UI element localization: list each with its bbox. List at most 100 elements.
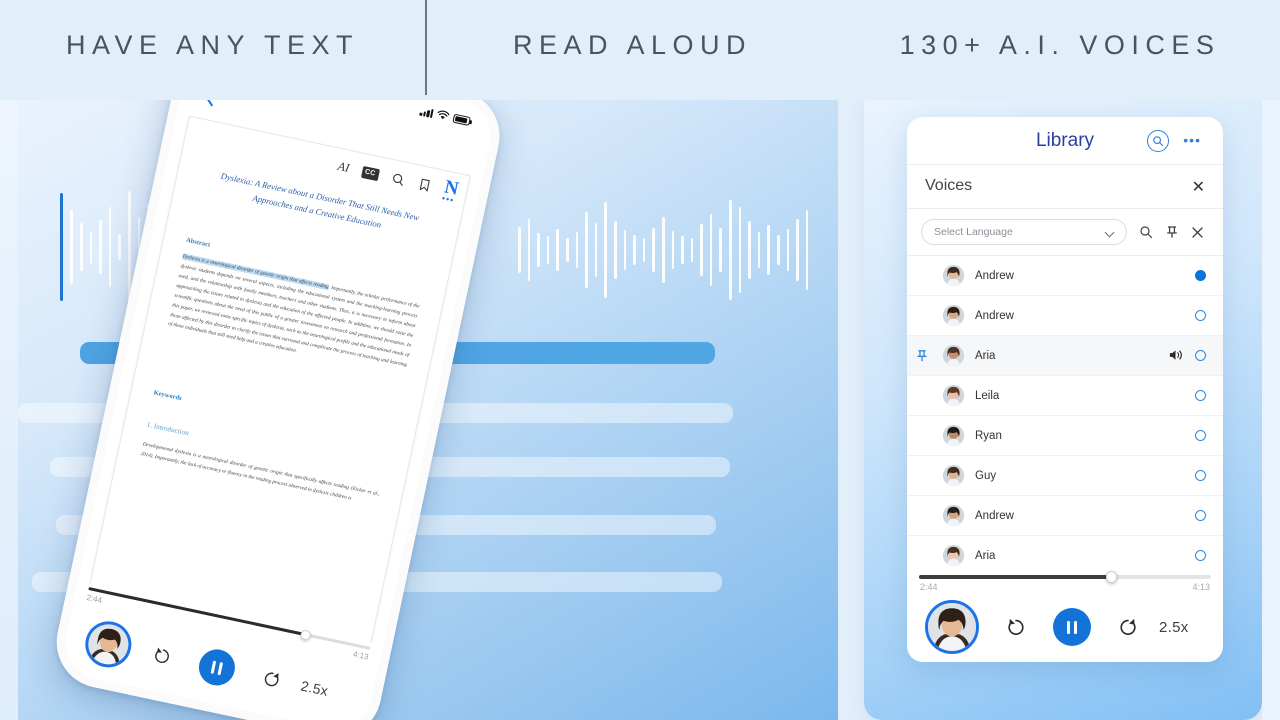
library-speed-button[interactable]: 2.5x (1159, 619, 1189, 636)
cellular-signal-icon (419, 106, 434, 118)
phone-voice-avatar[interactable] (81, 617, 136, 672)
avatar-portrait (943, 385, 964, 406)
close-icon[interactable]: ✕ (1192, 177, 1205, 197)
headline-have-any-text: HAVE ANY TEXT (65, 30, 360, 60)
voice-radio[interactable] (1195, 550, 1206, 561)
avatar-portrait (928, 603, 976, 651)
close-icon[interactable] (1191, 226, 1204, 239)
voice-name: Andrew (975, 509, 1014, 522)
voice-row[interactable]: Guy (907, 456, 1223, 496)
library-card: Library ••• Voices ✕ Select Language And… (907, 117, 1223, 662)
voice-avatar (943, 385, 964, 406)
voice-avatar (943, 425, 964, 446)
avatar-portrait (943, 265, 964, 286)
chevron-down-icon (1104, 227, 1115, 238)
abstract-paragraph: Dyslexia is a neurological disorder of g… (167, 252, 420, 380)
avatar-portrait (943, 465, 964, 486)
library-progress-fill (919, 575, 1112, 579)
captions-button[interactable]: CC (360, 165, 380, 181)
voice-name: Andrew (975, 309, 1014, 322)
search-icon[interactable] (1147, 130, 1169, 152)
voice-name: Guy (975, 469, 997, 482)
forward-15-icon[interactable] (1117, 616, 1139, 638)
speaker-icon[interactable] (1168, 348, 1183, 362)
voice-radio[interactable] (1195, 270, 1206, 281)
voice-avatar (943, 305, 964, 326)
search-icon[interactable] (390, 171, 407, 188)
voices-subheader: Voices ✕ (907, 165, 1223, 209)
rewind-15-icon[interactable] (150, 644, 174, 668)
voice-name: Aria (975, 349, 996, 362)
search-glyph (1153, 136, 1164, 147)
voice-name: Aria (975, 549, 996, 562)
voice-row[interactable]: Aria (907, 336, 1223, 376)
phone-total-time: 4:13 (352, 649, 370, 662)
voice-row[interactable]: Ryan (907, 416, 1223, 456)
rewind-15-icon[interactable] (1005, 616, 1027, 638)
more-dots-icon[interactable]: ••• (1183, 133, 1201, 147)
voice-avatar (943, 545, 964, 566)
avatar-portrait (943, 305, 964, 326)
voice-radio[interactable] (1195, 510, 1206, 521)
library-progress-knob[interactable] (1105, 571, 1118, 583)
document-toolbar: AI CC N ••• (336, 155, 459, 206)
introduction-paragraph: Developmental dyslexia is a neurological… (140, 441, 381, 502)
headline-divider (425, 0, 427, 95)
introduction-heading: 1. Introduction (146, 420, 190, 438)
library-progress-track[interactable] (919, 571, 1211, 583)
voice-name: Andrew (975, 269, 1014, 282)
pause-icon (210, 659, 224, 675)
voice-radio[interactable] (1195, 310, 1206, 321)
feature-panel-right: Library ••• Voices ✕ Select Language And… (864, 87, 1262, 720)
language-select[interactable]: Select Language (921, 219, 1127, 245)
voice-avatar (943, 265, 964, 286)
pin-icon[interactable] (916, 349, 928, 363)
phone-elapsed-time: 2:44 (85, 592, 103, 605)
library-elapsed-time: 2:44 (920, 582, 938, 592)
voice-avatar (943, 345, 964, 366)
phone-progress-knob[interactable] (300, 628, 313, 641)
library-total-time: 4:13 (1192, 582, 1210, 592)
avatar-portrait (943, 545, 964, 566)
more-dots-icon[interactable]: ••• (441, 193, 455, 205)
voice-row[interactable]: Andrew (907, 296, 1223, 336)
voice-radio[interactable] (1195, 470, 1206, 481)
voices-title: Voices (925, 177, 973, 194)
voice-avatar (943, 505, 964, 526)
voice-name: Leila (975, 389, 1000, 402)
voice-row[interactable]: Leila (907, 376, 1223, 416)
ai-button[interactable]: AI (336, 159, 351, 176)
phone-play-pause-button[interactable] (195, 646, 239, 689)
voice-name: Ryan (975, 429, 1002, 442)
bookmark-icon[interactable] (416, 176, 433, 193)
voices-filter-bar: Select Language (907, 209, 1223, 256)
avatar-portrait (84, 620, 133, 669)
library-header: Library ••• (907, 117, 1223, 165)
library-audio-player: 2:44 4:13 2.5x (907, 571, 1223, 662)
forward-15-icon[interactable] (260, 667, 284, 691)
avatar-portrait (943, 425, 964, 446)
library-voice-avatar[interactable] (925, 600, 979, 654)
headline-read-aloud: READ ALOUD (512, 30, 753, 60)
voice-radio[interactable] (1195, 350, 1206, 361)
voice-radio[interactable] (1195, 430, 1206, 441)
right-edge-strip (1262, 87, 1280, 720)
voice-row[interactable]: Aria (907, 536, 1223, 576)
voice-avatar (943, 465, 964, 486)
voice-row[interactable]: Andrew (907, 256, 1223, 296)
search-icon[interactable] (1139, 225, 1153, 239)
avatar-portrait (943, 345, 964, 366)
phone-speed-button[interactable]: 2.5x (299, 677, 329, 698)
library-play-pause-button[interactable] (1053, 608, 1091, 646)
keywords-heading: Keywords (152, 389, 183, 403)
avatar-portrait (943, 505, 964, 526)
battery-icon (452, 113, 471, 126)
voice-radio[interactable] (1195, 390, 1206, 401)
voices-list[interactable]: Andrew Andrew Aria Leila Ryan Guy Andrew Aria (907, 256, 1223, 580)
headline-band: HAVE ANY TEXT READ ALOUD 130+ A.I. VOICE… (0, 0, 1280, 100)
pause-icon (1066, 620, 1078, 634)
wifi-icon (437, 110, 450, 120)
pin-icon[interactable] (1165, 225, 1179, 239)
language-placeholder: Select Language (934, 226, 1013, 238)
voice-row[interactable]: Andrew (907, 496, 1223, 536)
